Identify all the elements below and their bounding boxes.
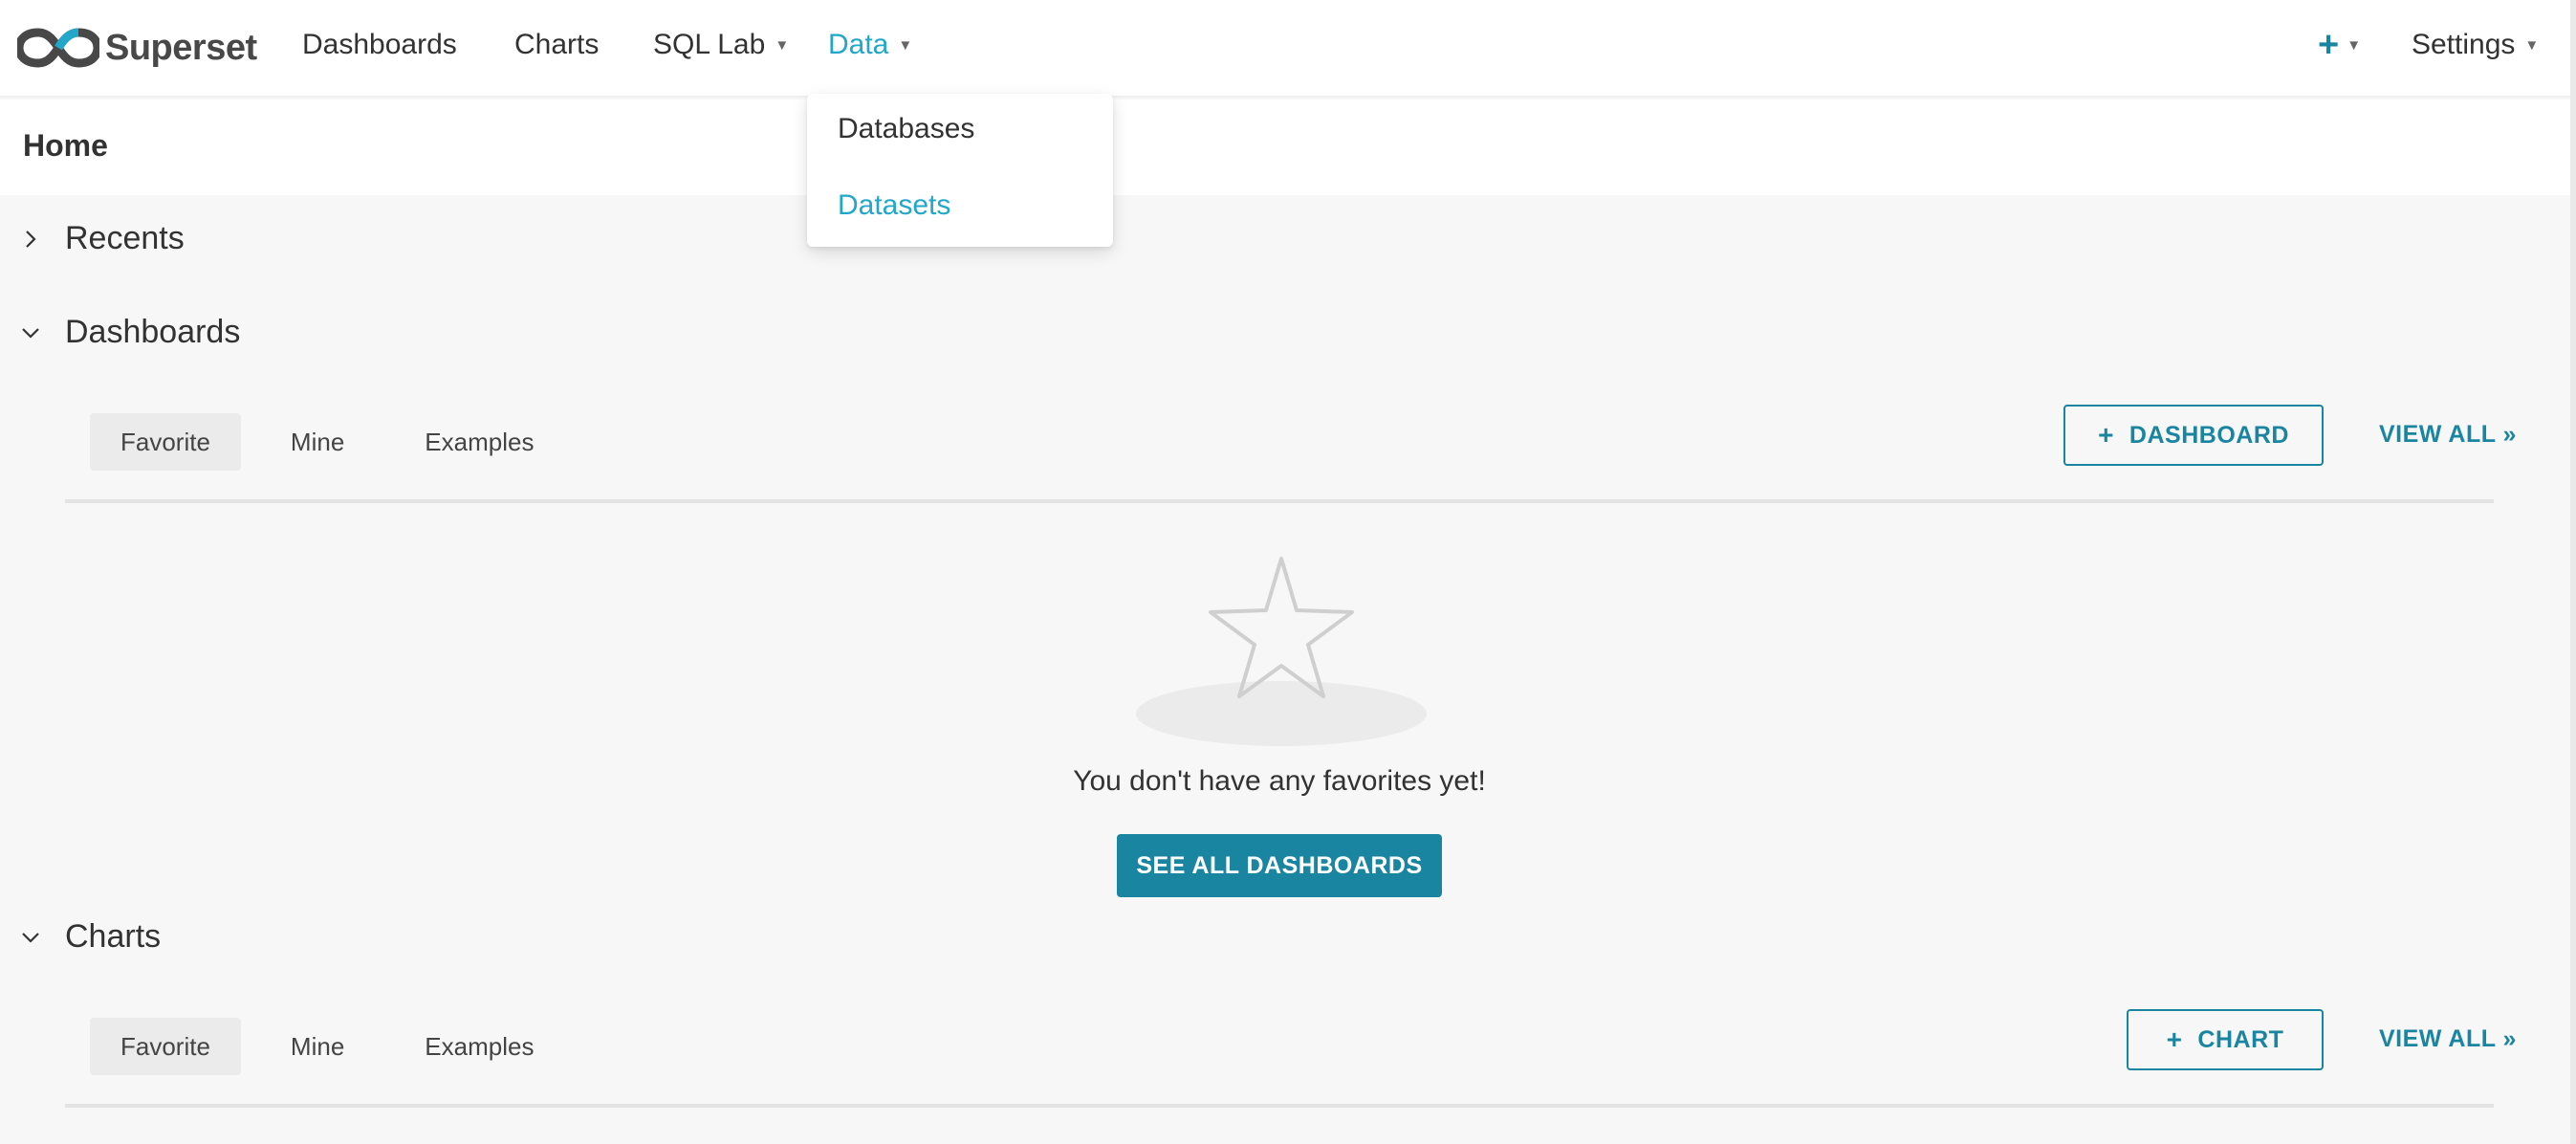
section-dashboards-header[interactable]: Dashboards xyxy=(21,314,240,351)
section-recents-header[interactable]: Recents xyxy=(21,220,185,257)
menu-item-databases[interactable]: Databases xyxy=(838,113,974,145)
tab-examples[interactable]: Examples xyxy=(394,413,564,471)
charts-view-all-link[interactable]: VIEW ALL » xyxy=(2379,1025,2517,1053)
new-menu[interactable]: + ▼ xyxy=(2318,23,2361,67)
divider xyxy=(65,1104,2494,1108)
add-chart-label: CHART xyxy=(2197,1025,2284,1053)
section-recents-title: Recents xyxy=(65,220,185,256)
section-charts-header[interactable]: Charts xyxy=(21,918,161,956)
menu-item-datasets[interactable]: Datasets xyxy=(838,189,950,222)
nav-data-label: Data xyxy=(828,29,889,60)
caret-down-icon: ▼ xyxy=(775,36,790,54)
empty-state-message: You don't have any favorites yet! xyxy=(1073,765,1486,797)
chevron-down-icon xyxy=(22,932,39,943)
plus-icon: + xyxy=(2318,25,2340,65)
nav-sql-lab[interactable]: SQL Lab ▼ xyxy=(653,23,789,67)
plus-icon: + xyxy=(2098,420,2114,450)
nav-settings-label: Settings xyxy=(2412,29,2516,60)
superset-logo-icon xyxy=(17,28,99,68)
nav-dashboards-label: Dashboards xyxy=(302,29,457,60)
section-charts-title: Charts xyxy=(65,918,162,955)
divider xyxy=(65,499,2494,503)
section-dashboards-title: Dashboards xyxy=(65,314,241,350)
add-dashboard-button[interactable]: + DASHBOARD xyxy=(2063,405,2324,466)
page-title: Home xyxy=(23,128,108,163)
dashboards-view-all-link[interactable]: VIEW ALL » xyxy=(2379,421,2517,449)
tab-favorite[interactable]: Favorite xyxy=(90,1018,241,1075)
nav-settings[interactable]: Settings ▼ xyxy=(2412,23,2539,67)
tab-mine[interactable]: Mine xyxy=(260,413,375,471)
nav-charts-label: Charts xyxy=(514,29,600,60)
page-header: Home xyxy=(0,99,2576,195)
data-dropdown-menu: Databases Datasets xyxy=(807,94,1113,247)
nav-data[interactable]: Data ▼ xyxy=(828,23,912,67)
nav-charts[interactable]: Charts xyxy=(514,23,599,67)
dashboards-tabs: Favorite Mine Examples xyxy=(90,413,583,471)
chevron-right-icon xyxy=(26,230,36,248)
nav-dashboards[interactable]: Dashboards xyxy=(302,23,457,67)
add-dashboard-label: DASHBOARD xyxy=(2128,421,2289,449)
add-chart-button[interactable]: + CHART xyxy=(2127,1009,2324,1070)
window-edge xyxy=(2570,0,2576,1144)
tab-favorite[interactable]: Favorite xyxy=(90,413,241,471)
see-all-dashboards-button[interactable]: SEE ALL DASHBOARDS xyxy=(1117,834,1442,897)
charts-tabs: Favorite Mine Examples xyxy=(90,1018,583,1075)
plus-icon: + xyxy=(2166,1024,2183,1054)
brand[interactable]: Superset xyxy=(17,17,257,78)
top-navbar: Superset Dashboards Charts SQL Lab ▼ Dat… xyxy=(0,0,2576,98)
nav-sql-lab-label: SQL Lab xyxy=(653,29,766,60)
caret-down-icon: ▼ xyxy=(2524,36,2540,54)
star-icon xyxy=(1136,557,1427,746)
tab-examples[interactable]: Examples xyxy=(394,1018,564,1075)
chevron-down-icon xyxy=(22,327,39,339)
brand-name: Superset xyxy=(105,27,257,68)
tab-mine[interactable]: Mine xyxy=(260,1018,375,1075)
caret-down-icon: ▼ xyxy=(898,36,913,54)
caret-down-icon: ▼ xyxy=(2347,36,2362,54)
